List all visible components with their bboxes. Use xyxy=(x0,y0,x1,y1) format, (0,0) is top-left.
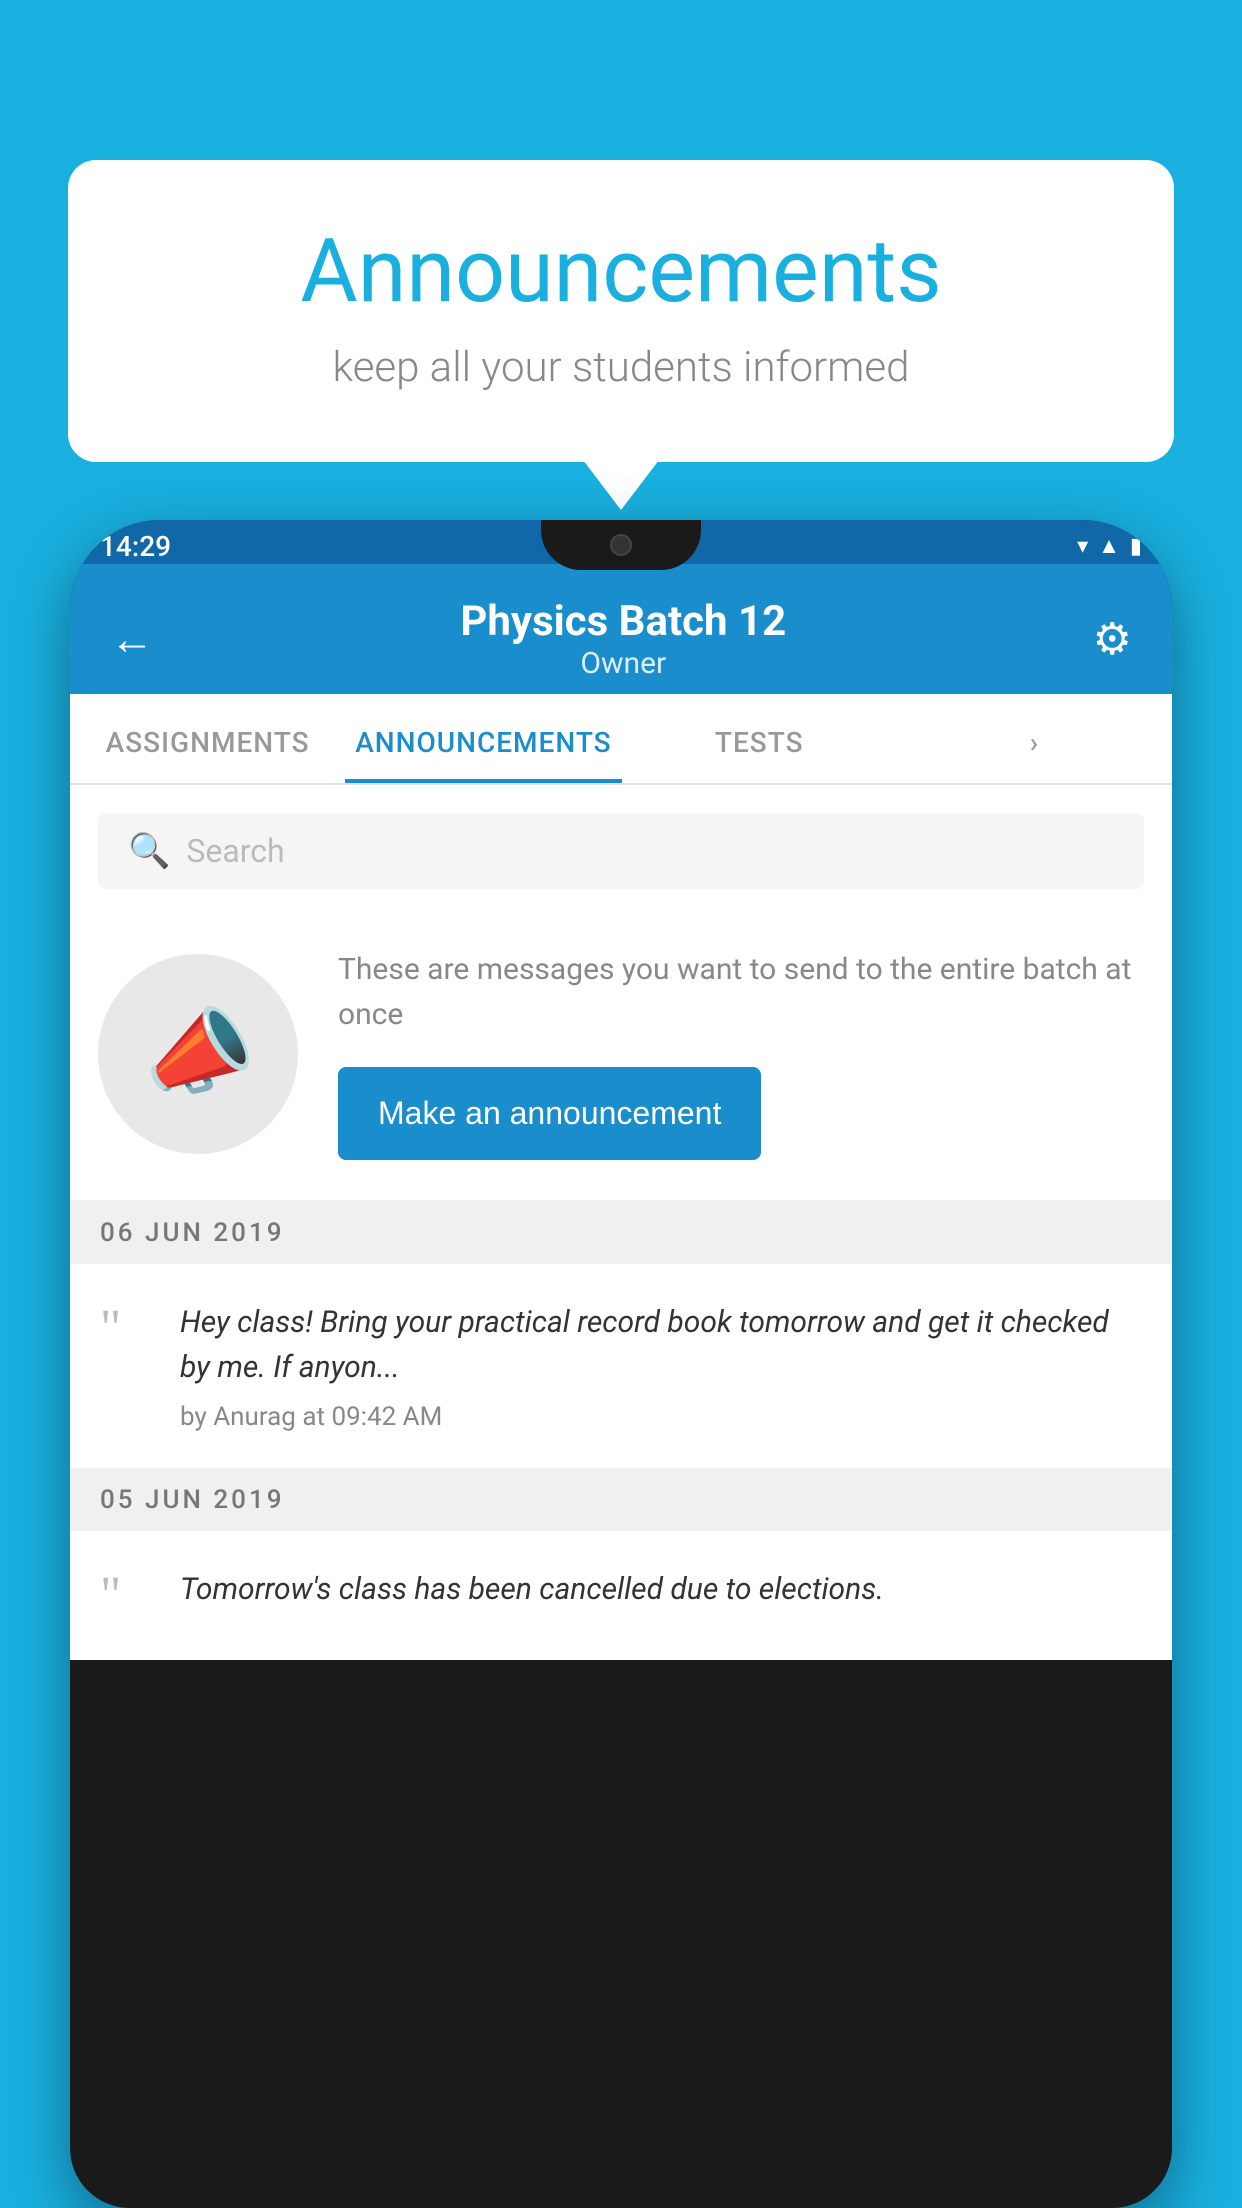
announcement-message-2[interactable]: Tomorrow's class has been cancelled due … xyxy=(180,1567,1142,1612)
tab-announcements[interactable]: ANNOUNCEMENTS xyxy=(345,694,621,783)
date-separator-1: 06 JUN 2019 xyxy=(70,1202,1172,1264)
quote-icon-1: " xyxy=(100,1308,150,1350)
empty-state: 📣 These are messages you want to send to… xyxy=(70,917,1172,1202)
announcement-by-1: by Anurag at 09:42 AM xyxy=(180,1402,1142,1432)
signal-icon: ▲ xyxy=(1098,533,1120,559)
batch-role: Owner xyxy=(460,646,786,681)
batch-title: Physics Batch 12 xyxy=(460,597,786,646)
battery-icon: ▮ xyxy=(1130,534,1142,559)
empty-icon-circle: 📣 xyxy=(98,954,298,1154)
notch xyxy=(541,520,701,570)
speech-bubble-container: Announcements keep all your students inf… xyxy=(68,160,1174,462)
header-center: Physics Batch 12 Owner xyxy=(460,597,786,681)
app-header: ← Physics Batch 12 Owner ⚙ xyxy=(70,564,1172,694)
status-icons: ▾ ▲ ▮ xyxy=(1077,533,1142,559)
empty-description: These are messages you want to send to t… xyxy=(338,947,1144,1037)
make-announcement-button[interactable]: Make an announcement xyxy=(338,1067,761,1160)
announcement-item-2: " Tomorrow's class has been cancelled du… xyxy=(70,1531,1172,1660)
announcement-item-1: " Hey class! Bring your practical record… xyxy=(70,1264,1172,1469)
megaphone-icon: 📣 xyxy=(134,992,263,1115)
tab-assignments[interactable]: ASSIGNMENTS xyxy=(70,694,345,783)
wifi-icon: ▾ xyxy=(1077,534,1088,559)
tab-more[interactable]: › xyxy=(897,694,1172,783)
status-time: 14:29 xyxy=(100,530,171,563)
tab-tests[interactable]: TESTS xyxy=(622,694,897,783)
status-bar: 14:29 ▾ ▲ ▮ xyxy=(70,520,1172,564)
announcement-text-1: Hey class! Bring your practical record b… xyxy=(180,1300,1142,1432)
search-icon: 🔍 xyxy=(128,831,170,871)
tabs-bar: ASSIGNMENTS ANNOUNCEMENTS TESTS › xyxy=(70,694,1172,785)
announcement-message-1[interactable]: Hey class! Bring your practical record b… xyxy=(180,1300,1142,1390)
phone-frame: 14:29 ▾ ▲ ▮ ← Physics Batch 12 Owner ⚙ A… xyxy=(70,520,1172,2208)
settings-icon[interactable]: ⚙ xyxy=(1093,613,1132,665)
bubble-title: Announcements xyxy=(148,220,1094,323)
speech-bubble: Announcements keep all your students inf… xyxy=(68,160,1174,462)
quote-icon-2: " xyxy=(100,1575,150,1617)
announcement-text-2: Tomorrow's class has been cancelled due … xyxy=(180,1567,1142,1624)
bubble-subtitle: keep all your students informed xyxy=(148,343,1094,392)
phone-content: 🔍 Search 📣 These are messages you want t… xyxy=(70,785,1172,1660)
search-bar[interactable]: 🔍 Search xyxy=(98,813,1144,889)
date-separator-2: 05 JUN 2019 xyxy=(70,1469,1172,1531)
back-button[interactable]: ← xyxy=(110,613,154,665)
notch-camera xyxy=(610,534,632,556)
empty-state-text: These are messages you want to send to t… xyxy=(338,947,1144,1160)
search-placeholder: Search xyxy=(186,832,284,870)
